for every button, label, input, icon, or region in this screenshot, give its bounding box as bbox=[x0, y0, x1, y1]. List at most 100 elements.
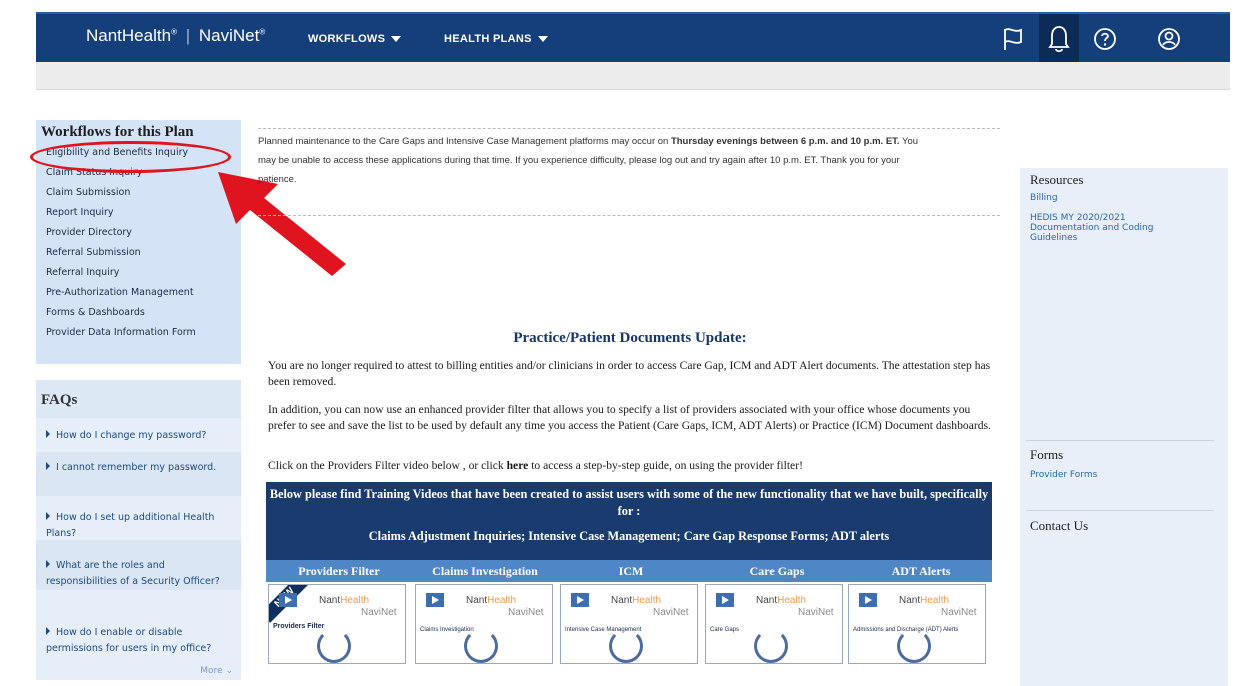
logo-text: Nant bbox=[899, 595, 921, 606]
video-thumbnail-adt-alerts[interactable]: NantHealth NaviNet Admissions and Discha… bbox=[848, 584, 986, 664]
tab-adt-alerts[interactable]: ADT Alerts bbox=[850, 560, 992, 582]
logo-text: Health bbox=[340, 595, 370, 606]
maintenance-notice: Planned maintenance to the Care Gaps and… bbox=[258, 128, 1000, 216]
navinet-swirl-icon bbox=[464, 629, 498, 663]
nanthealth-thumb-logo: NantHealth bbox=[466, 595, 516, 606]
chevron-down-icon bbox=[391, 36, 402, 43]
logo-text: Health bbox=[487, 595, 517, 606]
annotation-highlight-oval bbox=[30, 141, 231, 173]
nanthealth-thumb-logo: NantHealth bbox=[899, 595, 949, 606]
navinet-swirl-icon bbox=[897, 629, 931, 663]
resources-title: Resources bbox=[1030, 172, 1084, 187]
tab-claims-investigation[interactable]: Claims Investigation bbox=[412, 560, 558, 582]
workflows-title: Workflows for this Plan bbox=[41, 124, 194, 140]
update-paragraph-1: You are no longer required to attest to … bbox=[268, 359, 991, 388]
tab-providers-filter[interactable]: Providers Filter bbox=[266, 560, 412, 582]
logo-text: Health bbox=[920, 595, 950, 606]
logo-text: Nant bbox=[466, 595, 488, 606]
workflow-provider-directory[interactable]: Provider Directory bbox=[36, 223, 241, 243]
training-videos-topics: Claims Adjustment Inquiries; Intensive C… bbox=[368, 529, 890, 543]
resources-link-hedis[interactable]: HEDIS MY 2020/2021 Documentation and Cod… bbox=[1030, 213, 1190, 243]
tab-care-gaps[interactable]: Care Gaps bbox=[704, 560, 850, 582]
update-paragraph-3: Click on the Providers Filter video belo… bbox=[268, 458, 994, 474]
faqs-title: FAQs bbox=[41, 392, 78, 408]
paragraph-text: Click on the Providers Filter video belo… bbox=[268, 459, 507, 472]
logo-text: Nant bbox=[611, 595, 633, 606]
video-thumbnail-icm[interactable]: NantHealth NaviNet Intensive Case Manage… bbox=[560, 584, 698, 664]
navinet-wordmark: NaviNet bbox=[198, 26, 260, 45]
faqs-more-label: More bbox=[200, 666, 223, 676]
nanthealth-thumb-logo: NantHealth bbox=[611, 595, 661, 606]
faq-item[interactable]: How do I enable or disable permissions f… bbox=[36, 625, 236, 657]
workflows-list: Eligibility and Benefits Inquiry Claim S… bbox=[36, 143, 241, 343]
faq-item[interactable]: How do I change my password? bbox=[36, 428, 236, 444]
sub-header-bar bbox=[36, 62, 1230, 90]
flag-icon[interactable] bbox=[998, 24, 1028, 54]
forms-title: Forms bbox=[1030, 447, 1064, 462]
video-thumbnail-care-gaps[interactable]: NantHealth NaviNet Care Gaps bbox=[705, 584, 843, 664]
video-thumbnail-claims-investigation[interactable]: NantHealth NaviNet Claims Investigation bbox=[415, 584, 553, 664]
logo-text: Health bbox=[777, 595, 807, 606]
faq-item-label: How do I change my password? bbox=[56, 430, 207, 441]
navinet-logo[interactable]: NantHealth® | NaviNet® bbox=[86, 26, 265, 46]
contact-us-title: Contact Us bbox=[1030, 518, 1089, 533]
faq-item[interactable]: I cannot remember my password. bbox=[36, 460, 236, 476]
nanthealth-wordmark: NantHealth bbox=[86, 26, 172, 45]
play-icon bbox=[279, 593, 297, 607]
logo-text: Nant bbox=[319, 595, 341, 606]
faqs-panel: FAQs How do I change my password? I cann… bbox=[36, 380, 241, 680]
chevron-down-icon bbox=[537, 36, 548, 43]
workflow-forms-dashboards[interactable]: Forms & Dashboards bbox=[36, 303, 241, 323]
paragraph-text: to access a step-by-step guide, on using… bbox=[528, 459, 803, 472]
faq-item-label: How do I set up additional Health Plans? bbox=[46, 512, 215, 539]
navinet-thumb-logo: NaviNet bbox=[508, 607, 544, 618]
help-icon[interactable] bbox=[1090, 24, 1120, 54]
section-divider bbox=[1026, 440, 1214, 441]
documents-update-title: Practice/Patient Documents Update: bbox=[513, 330, 747, 346]
nav-health-plans-label: HEALTH PLANS bbox=[444, 33, 532, 45]
faq-item-label: I cannot remember my password. bbox=[56, 462, 217, 473]
training-videos-banner: Below please find Training Videos that h… bbox=[266, 482, 992, 560]
caret-right-icon bbox=[46, 462, 50, 470]
resources-link-billing[interactable]: Billing bbox=[1030, 193, 1058, 203]
play-icon bbox=[426, 593, 444, 607]
caret-right-icon bbox=[46, 627, 50, 635]
logo-text: Nant bbox=[756, 595, 778, 606]
bell-icon[interactable] bbox=[1039, 14, 1079, 64]
workflow-referral-submission[interactable]: Referral Submission bbox=[36, 243, 241, 263]
workflow-claim-submission[interactable]: Claim Submission bbox=[36, 183, 241, 203]
faq-item[interactable]: How do I set up additional Health Plans? bbox=[36, 510, 236, 542]
nanthealth-thumb-logo: NantHealth bbox=[319, 595, 369, 606]
caret-right-icon bbox=[46, 560, 50, 568]
navinet-thumb-logo: NaviNet bbox=[653, 607, 689, 618]
workflow-pre-authorization[interactable]: Pre-Authorization Management bbox=[36, 283, 241, 303]
video-tabs-bar: Providers Filter Claims Investigation IC… bbox=[266, 560, 992, 582]
faq-item[interactable]: What are the roles and responsibilities … bbox=[36, 558, 236, 590]
workflow-report-inquiry[interactable]: Report Inquiry bbox=[36, 203, 241, 223]
play-icon bbox=[716, 593, 734, 607]
navinet-thumb-logo: NaviNet bbox=[361, 607, 397, 618]
user-icon[interactable] bbox=[1154, 24, 1184, 54]
training-videos-intro: Below please find Training Videos that h… bbox=[269, 487, 989, 518]
nav-health-plans[interactable]: HEALTH PLANS bbox=[444, 33, 548, 45]
notice-text: You bbox=[899, 136, 919, 147]
faqs-more-link[interactable]: More ⌄ bbox=[200, 666, 233, 676]
navinet-thumb-logo: NaviNet bbox=[798, 607, 834, 618]
notice-text: patience. bbox=[258, 174, 297, 185]
notice-text: Planned maintenance to the Care Gaps and… bbox=[258, 136, 671, 147]
top-nav-bar: NantHealth® | NaviNet® WORKFLOWS HEALTH … bbox=[36, 12, 1230, 64]
thumb-caption: Claims Investigation bbox=[420, 627, 474, 633]
navinet-swirl-icon bbox=[609, 629, 643, 663]
nav-workflows-label: WORKFLOWS bbox=[308, 33, 386, 45]
nav-workflows[interactable]: WORKFLOWS bbox=[308, 33, 402, 45]
video-thumbnail-providers-filter[interactable]: NEW NantHealth NaviNet Providers Filter bbox=[268, 584, 406, 664]
here-link[interactable]: here bbox=[507, 459, 529, 472]
workflow-provider-data-form[interactable]: Provider Data Information Form bbox=[36, 323, 241, 343]
tab-icm[interactable]: ICM bbox=[558, 560, 704, 582]
faq-item-label: What are the roles and responsibilities … bbox=[46, 560, 220, 587]
update-paragraph-2: In addition, you can now use an enhanced… bbox=[268, 403, 991, 432]
forms-link-provider-forms[interactable]: Provider Forms bbox=[1030, 470, 1097, 480]
play-icon bbox=[859, 593, 877, 607]
nanthealth-thumb-logo: NantHealth bbox=[756, 595, 806, 606]
workflow-referral-inquiry[interactable]: Referral Inquiry bbox=[36, 263, 241, 283]
